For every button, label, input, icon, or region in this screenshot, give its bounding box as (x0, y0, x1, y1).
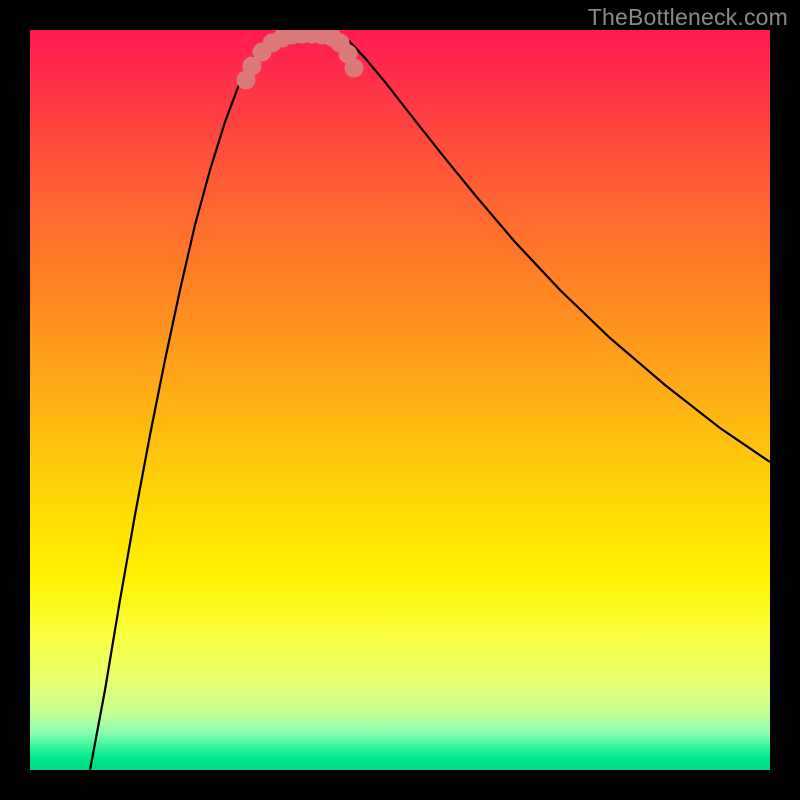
line-group (90, 30, 770, 770)
plot-area (30, 30, 770, 770)
left-branch-line (90, 30, 280, 770)
marker-cluster (237, 30, 364, 90)
watermark-text: TheBottleneck.com (588, 4, 788, 31)
right-branch-line (335, 30, 770, 462)
curve-layer (30, 30, 770, 770)
marker-dot (345, 59, 364, 78)
chart-frame: TheBottleneck.com (0, 0, 800, 800)
